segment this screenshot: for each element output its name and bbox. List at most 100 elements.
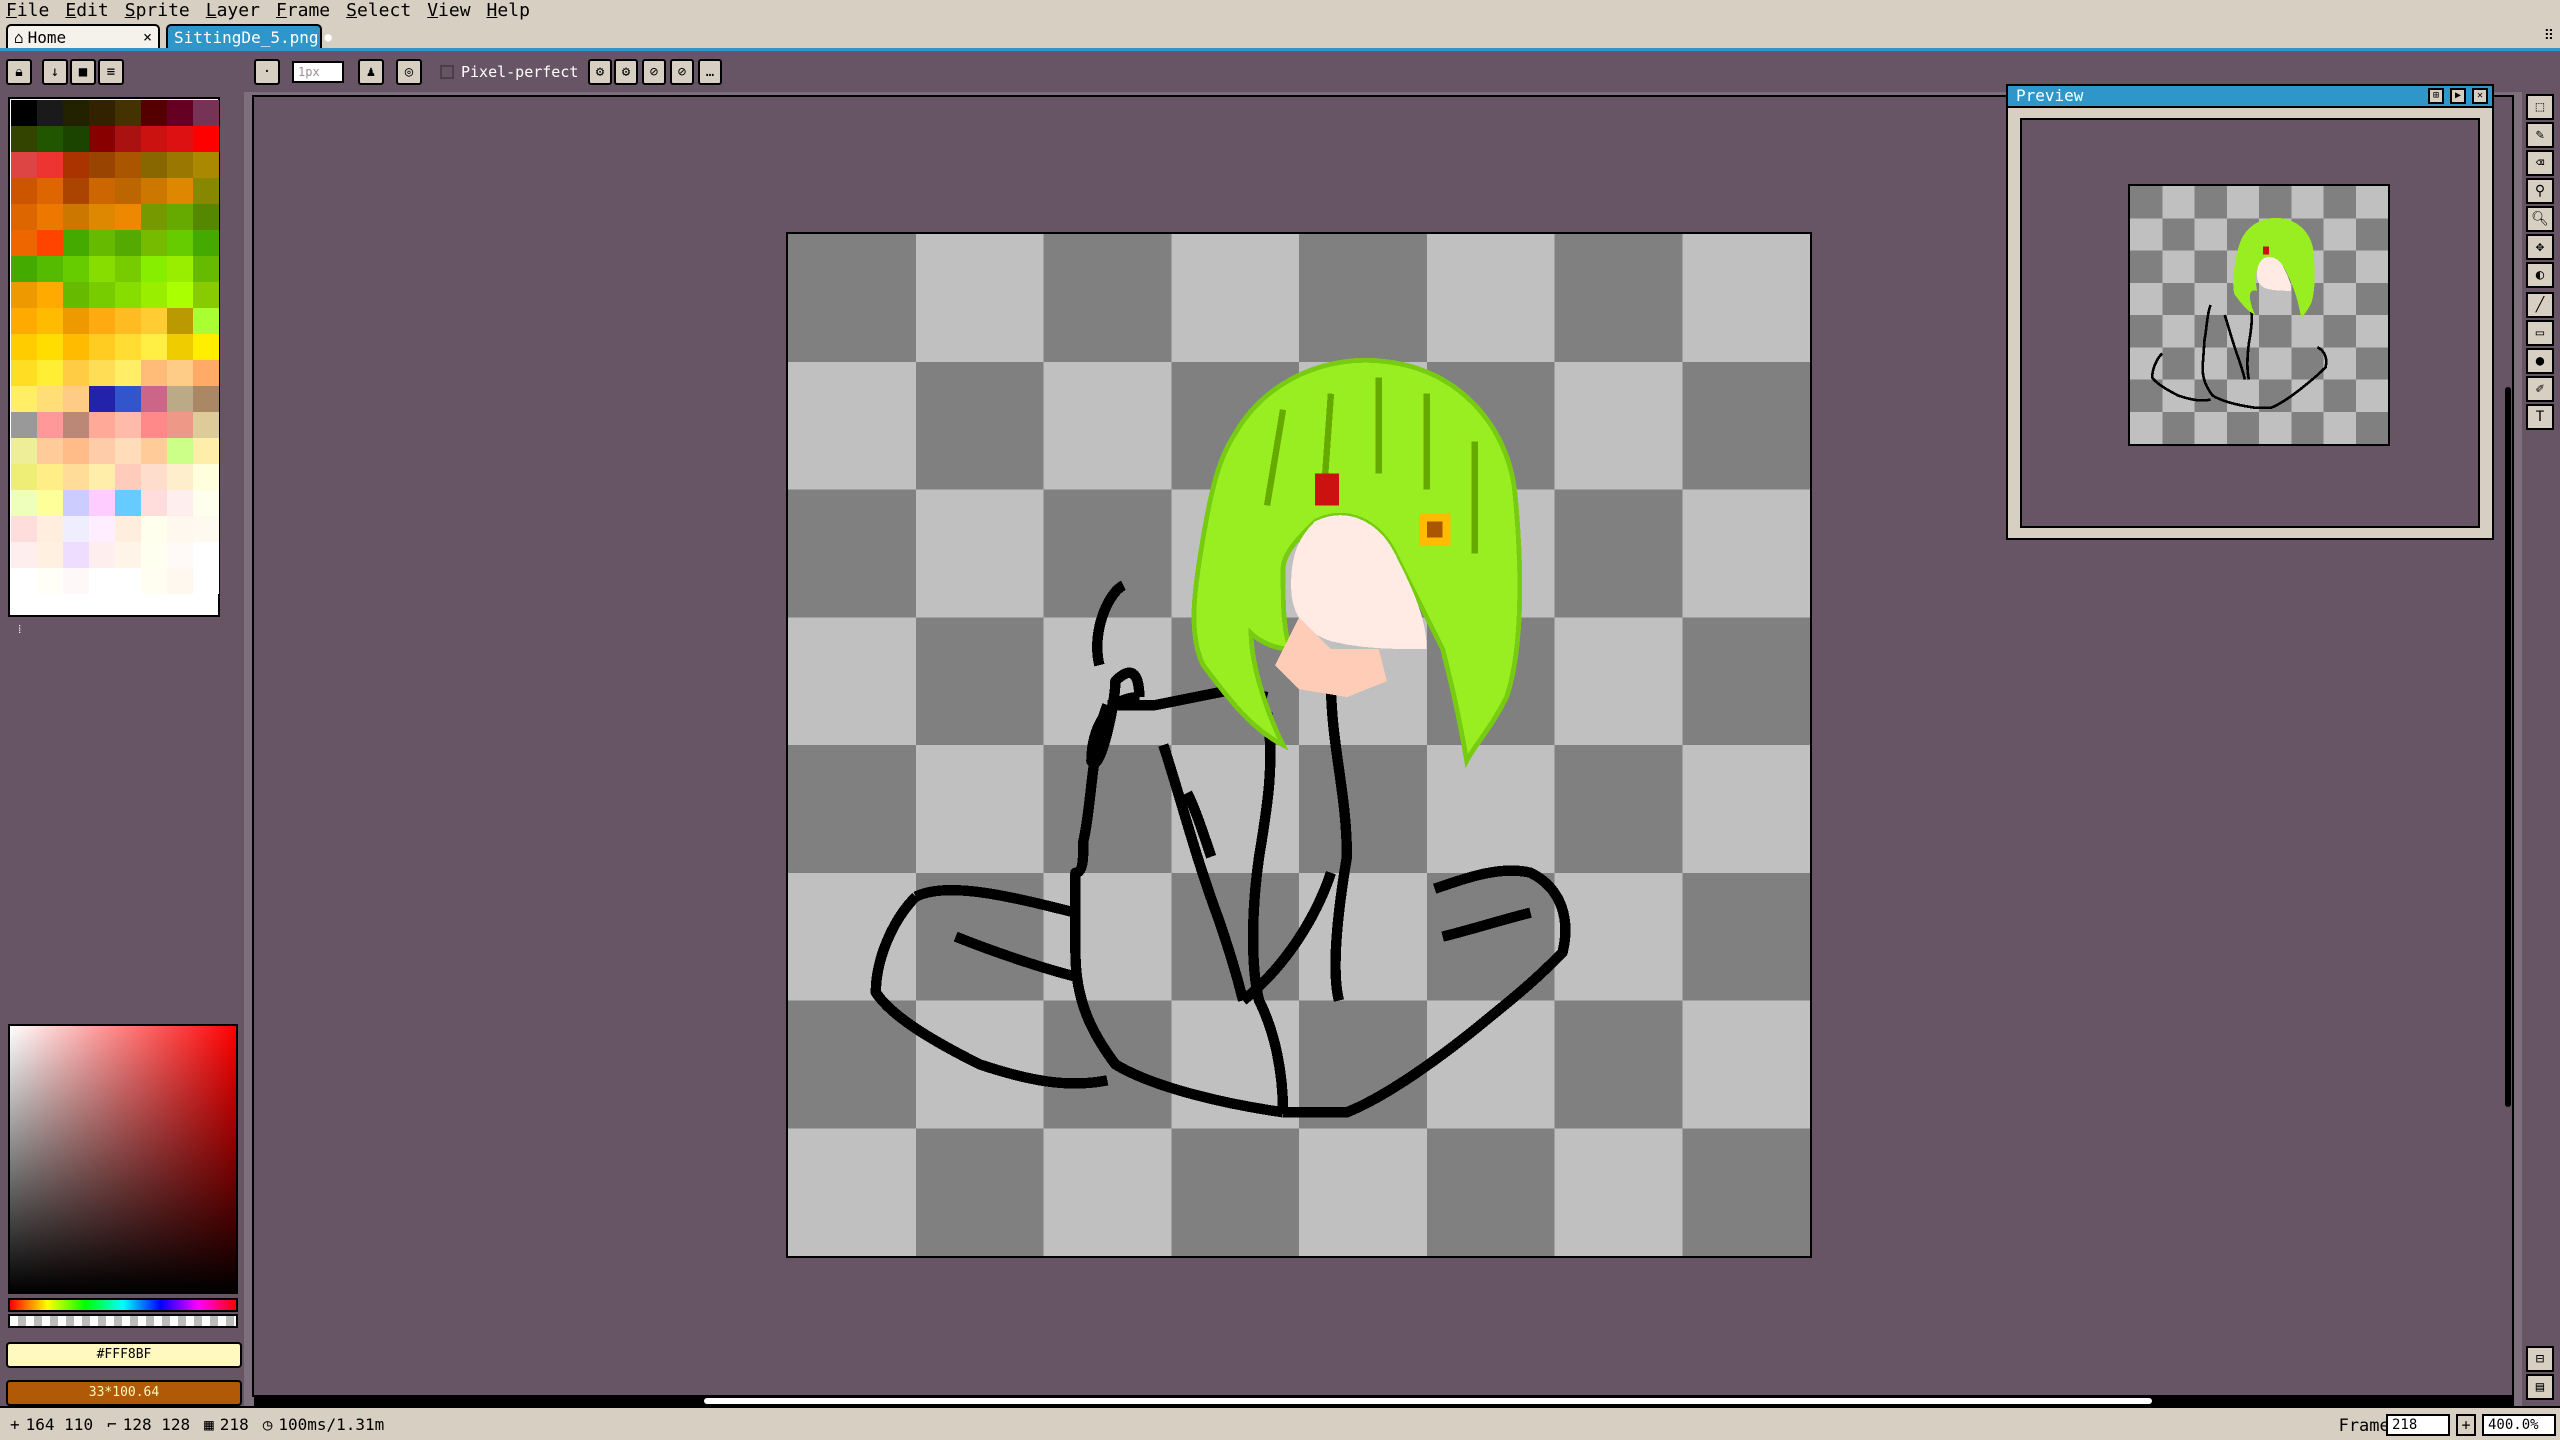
palette-swatch[interactable] [141,386,167,412]
palette-swatch[interactable] [37,360,63,386]
palette-swatch[interactable] [37,100,63,126]
palette-swatch[interactable] [115,256,141,282]
palette-swatch[interactable] [115,412,141,438]
palette-swatch[interactable] [141,282,167,308]
preview-window[interactable]: Preview ⊞ ▶ ✕ [2006,84,2494,540]
palette-swatch[interactable] [167,490,193,516]
palette-swatch[interactable] [11,256,37,282]
gradient-icon[interactable]: ⊘ [670,59,694,85]
lock-icon[interactable]: 🔒︎ [6,59,32,85]
palette-swatch[interactable] [63,542,89,568]
palette-swatch[interactable] [141,178,167,204]
background-color[interactable]: 33*100.64 [6,1380,242,1406]
palette-swatch[interactable] [193,152,219,178]
palette-swatch[interactable] [37,412,63,438]
palette-swatch[interactable] [167,568,193,594]
palette-swatch[interactable] [193,334,219,360]
palette-swatch[interactable] [141,126,167,152]
palette-swatch[interactable] [37,126,63,152]
palette-swatch[interactable] [141,308,167,334]
palette-swatch[interactable] [11,490,37,516]
palette-swatch[interactable] [167,438,193,464]
palette-swatch[interactable] [167,256,193,282]
palette-swatch[interactable] [141,490,167,516]
palette-swatch[interactable] [89,178,115,204]
palette-swatch[interactable] [193,282,219,308]
palette-swatch[interactable] [141,412,167,438]
hue-slider[interactable] [8,1298,238,1312]
tab-home[interactable]: ⌂ Home × [6,24,160,48]
palette-swatch[interactable] [89,412,115,438]
palette-swatch[interactable] [63,178,89,204]
palette-swatch[interactable] [37,308,63,334]
palette-swatch[interactable] [63,256,89,282]
preview-play-icon[interactable]: ▶ [2450,88,2466,104]
palette-swatch[interactable] [89,490,115,516]
palette-swatch[interactable] [193,230,219,256]
palette-swatch[interactable] [141,204,167,230]
palette-swatch[interactable] [193,464,219,490]
palette-swatch[interactable] [115,126,141,152]
palette-resize-icon[interactable]: ⁞ [18,622,21,637]
palette-swatch[interactable] [115,178,141,204]
menu-item-file[interactable]: File [0,0,59,22]
palette-swatch[interactable] [37,568,63,594]
palette-swatch[interactable] [89,230,115,256]
palette-swatch[interactable] [11,100,37,126]
preview-close-icon[interactable]: ✕ [2472,88,2488,104]
rectangle-tool-icon[interactable]: ▭ [2526,320,2554,346]
fill-tool-icon[interactable]: ◐ [2526,262,2554,288]
line-tool-icon[interactable]: ╱ [2526,292,2554,318]
palette-swatch[interactable] [89,100,115,126]
palette-swatch[interactable] [193,204,219,230]
palette-swatch[interactable] [167,516,193,542]
palette-swatch[interactable] [167,412,193,438]
menu-item-edit[interactable]: Edit [59,0,118,22]
palette-swatch[interactable] [193,490,219,516]
palette-swatch[interactable] [89,438,115,464]
tab-close-icon[interactable]: × [143,28,152,46]
menu-item-sprite[interactable]: Sprite [119,0,200,22]
palette-swatch[interactable] [193,256,219,282]
palette-swatch[interactable] [63,490,89,516]
palette-swatch[interactable] [167,334,193,360]
palette-swatch[interactable] [11,386,37,412]
color-palette[interactable] [8,97,220,617]
palette-swatch[interactable] [11,438,37,464]
palette-swatch[interactable] [115,386,141,412]
palette-swatch[interactable] [115,568,141,594]
palette-swatch[interactable] [89,126,115,152]
palette-swatch[interactable] [11,464,37,490]
pixel-perfect-checkbox[interactable] [440,65,454,79]
palette-swatch[interactable] [141,360,167,386]
palette-swatch[interactable] [89,152,115,178]
palette-swatch[interactable] [141,152,167,178]
zoom-input[interactable]: 400.0% [2482,1414,2556,1436]
palette-swatch[interactable] [89,464,115,490]
palette-swatch[interactable] [63,126,89,152]
palette-swatch[interactable] [141,334,167,360]
palette-swatch[interactable] [141,464,167,490]
zoom-tool-icon[interactable]: 🔍︎ [2526,206,2554,232]
frame-number-input[interactable]: 218 [2386,1414,2450,1436]
palette-swatch[interactable] [37,490,63,516]
horizontal-scrollbar[interactable] [254,1396,2514,1406]
window-menu-icon[interactable]: ⠿ [2544,28,2554,44]
palette-swatch[interactable] [115,334,141,360]
palette-swatch[interactable] [141,256,167,282]
palette-swatch[interactable] [167,464,193,490]
palette-swatch[interactable] [37,542,63,568]
palette-swatch[interactable] [141,542,167,568]
palette-swatch[interactable] [11,516,37,542]
palette-swatch[interactable] [11,126,37,152]
brush-size-input[interactable]: 1px [292,61,344,83]
palette-swatch[interactable] [63,412,89,438]
palette-swatch[interactable] [63,334,89,360]
palette-swatch[interactable] [167,360,193,386]
palette-swatch[interactable] [11,334,37,360]
menu-item-view[interactable]: View [421,0,480,22]
palette-swatch[interactable] [167,308,193,334]
dynamics-icon[interactable]: ⚙ [614,59,638,85]
palette-swatch[interactable] [115,152,141,178]
palette-swatch[interactable] [141,100,167,126]
